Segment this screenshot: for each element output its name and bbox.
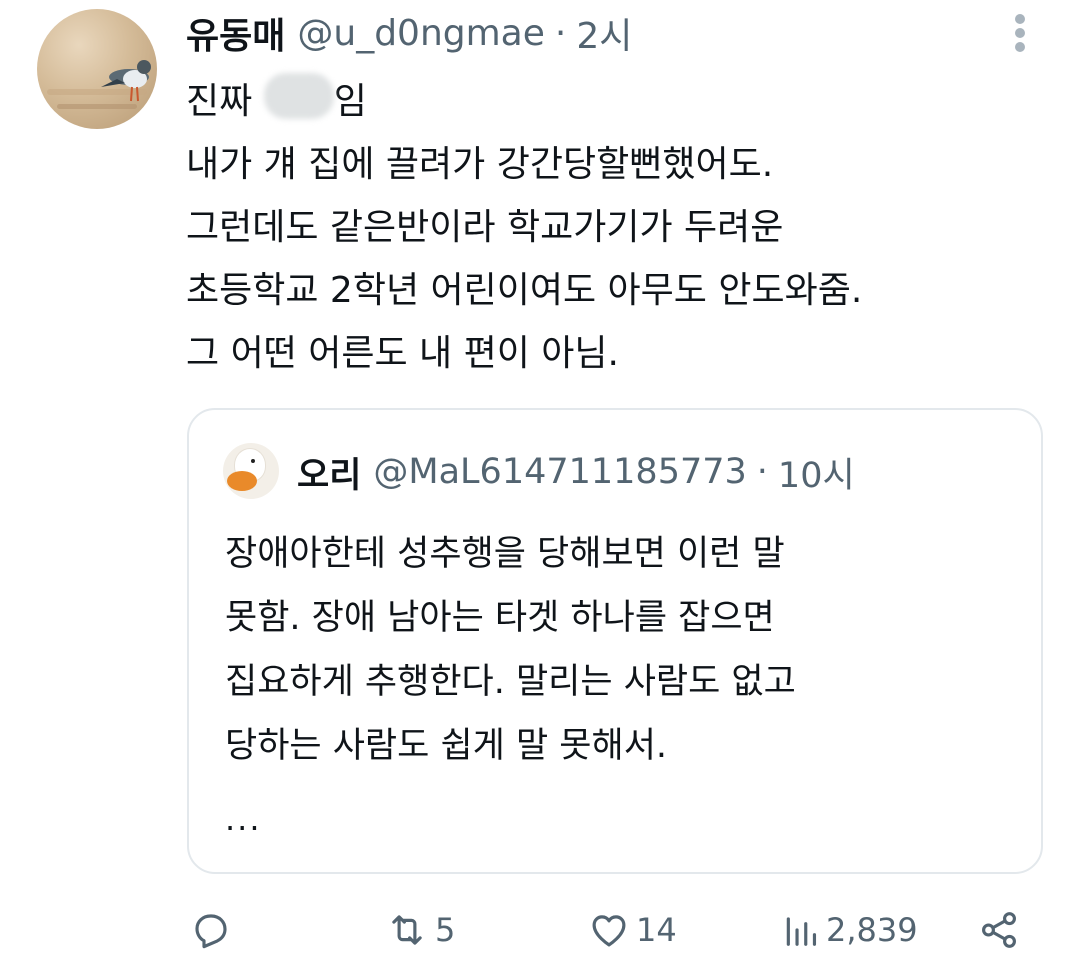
more-vertical-icon [1015,28,1025,38]
tweet-header: 유동매 @u_d0ngmae · 2시 [186,8,632,58]
quoted-author-handle[interactable]: @MaL614711185773 [373,452,746,492]
reply-button[interactable] [190,905,238,955]
reply-icon [195,914,227,949]
seagull-icon [101,60,151,102]
quoted-tweet[interactable]: 오리 @MaL614711185773 · 10시 장애아한테 성추행을 당해보… [187,408,1043,874]
retweet-count: 5 [435,911,456,949]
tweet-line: 내가 걔 집에 끌려가 강간당할뻔했어도. [186,144,774,185]
quoted-line: 당하는 사람도 쉽게 말 못해서. [225,726,668,766]
heart-icon [592,915,626,947]
views-count: 2,839 [826,911,918,949]
tweet-text: 진짜 임 내가 걔 집에 끌려가 강간당할뻔했어도. 그런데도 같은반이라 학교… [186,70,1056,385]
quoted-text: 장애아한테 성추행을 당해보면 이런 말 못함. 장애 남아는 타겟 하나를 잡… [225,522,1025,778]
quoted-time[interactable]: 10시 [778,447,855,498]
like-count: 14 [636,911,677,949]
more-vertical-icon [1015,42,1025,52]
duck-eye [251,459,255,463]
retweet-button[interactable]: 5 [385,905,455,955]
tweet-time[interactable]: 2시 [576,7,632,59]
quoted-header-separator: · [756,452,768,492]
duck-beak [227,471,257,491]
share-icon [982,912,1016,948]
quoted-header: 오리 @MaL614711185773 · 10시 [297,448,855,496]
quoted-author-name[interactable]: 오리 [297,447,361,498]
like-button[interactable]: 14 [588,905,677,955]
author-handle[interactable]: @u_d0ngmae [297,13,545,54]
retweet-icon [392,915,422,945]
views-icon [786,917,817,946]
tweet-line: 그런데도 같은반이라 학교가기가 두려운 [186,207,784,248]
quoted-author-avatar[interactable] [223,443,279,499]
more-vertical-icon [1015,14,1025,24]
share-button[interactable] [978,905,1020,955]
author-avatar[interactable] [37,9,157,129]
quoted-line: 집요하게 추행한다. 말리는 사람도 없고 [225,662,796,702]
quoted-ellipsis: ... [225,800,262,838]
tweet-line: 초등학교 2학년 어린이여도 아무도 안도와줌. [186,270,863,311]
quoted-line: 못함. 장애 남아는 타겟 하나를 잡으면 [225,598,775,638]
tweet-line: 진짜 [186,81,264,122]
tweet-line: 그 어떤 어른도 내 편이 아님. [186,333,619,374]
censored-blur [263,73,334,119]
more-options-button[interactable] [1010,12,1030,54]
quoted-line: 장애아한테 성추행을 당해보면 이런 말 [225,534,785,574]
header-separator: · [554,12,567,54]
tweet-line: 임 [333,81,367,122]
author-name[interactable]: 유동매 [186,7,285,59]
views-button[interactable]: 2,839 [782,905,918,955]
